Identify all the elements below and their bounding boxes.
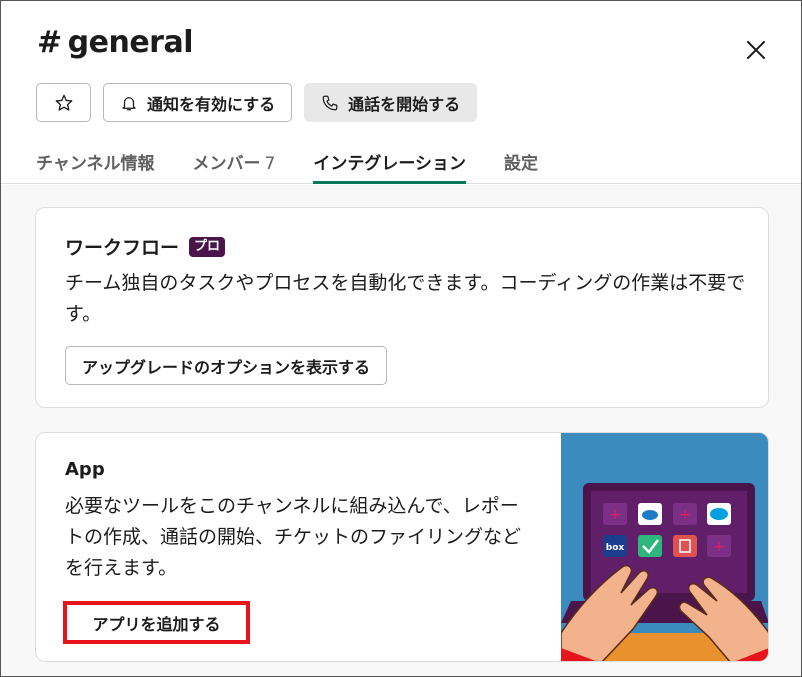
view-upgrade-options-button[interactable]: アップグレードのオプションを表示する [65,346,388,385]
phone-icon [321,94,339,112]
bell-icon [120,94,138,112]
member-count: 7 [264,154,276,174]
start-call-button[interactable]: 通話を開始する [304,83,478,122]
tab-channel-info[interactable]: チャンネル情報 [36,141,155,184]
tab-members-label: メンバー [192,154,261,174]
workflow-card: ワークフロー プロ チーム独自のタスクやプロセスを自動化できます。コーディングの… [35,207,769,408]
star-icon [55,94,72,111]
workflow-title: ワークフロー プロ [65,233,226,260]
svg-text:+: + [713,539,725,555]
apps-title: App [65,459,105,480]
channel-details-dialog: # general 通知を有効にする 通話を開始する チャンネル情報 メンバー … [0,0,802,677]
svg-text:+: + [679,507,691,523]
star-button[interactable] [36,83,91,122]
pro-badge: プロ [189,236,226,257]
tab-bar: チャンネル情報 メンバー 7 インテグレーション 設定 [36,141,576,184]
tab-channel-info-label: チャンネル情報 [36,154,155,174]
close-icon [747,41,765,59]
apps-card: App 必要なツールをこのチャンネルに組み込んで、レポートの作成、通話の開始、チ… [35,432,769,662]
close-button[interactable] [739,33,773,67]
channel-name: general [67,25,194,60]
integrations-panel: ワークフロー プロ チーム独自のタスクやプロセスを自動化できます。コーディングの… [1,185,801,676]
box-logo: box [606,543,625,553]
dialog-header: # general 通知を有効にする 通話を開始する チャンネル情報 メンバー … [1,1,801,184]
header-button-row: 通知を有効にする 通話を開始する [36,83,478,122]
tab-settings[interactable]: 設定 [504,141,538,184]
svg-text:+: + [609,507,621,523]
add-app-button[interactable]: アプリを追加する [63,601,250,644]
workflow-description: チーム独自のタスクやプロセスを自動化できます。コーディングの作業は不要です。 [65,272,746,325]
workflow-title-text: ワークフロー [65,237,180,259]
tab-integrations[interactable]: インテグレーション [313,141,466,184]
start-call-label: 通話を開始する [348,94,461,114]
apps-description: 必要なツールをこのチャンネルに組み込んで、レポートの作成、通話の開始、チケットの… [65,495,522,579]
tab-members[interactable]: メンバー 7 [193,141,276,184]
channel-hash: # [37,25,62,60]
tab-integrations-label: インテグレーション [313,154,466,174]
tab-settings-label: 設定 [504,154,538,174]
apps-illustration: + + box + [561,433,768,661]
channel-title: # general [37,25,194,60]
enable-notifications-label: 通知を有効にする [147,94,276,114]
enable-notifications-button[interactable]: 通知を有効にする [103,83,293,122]
